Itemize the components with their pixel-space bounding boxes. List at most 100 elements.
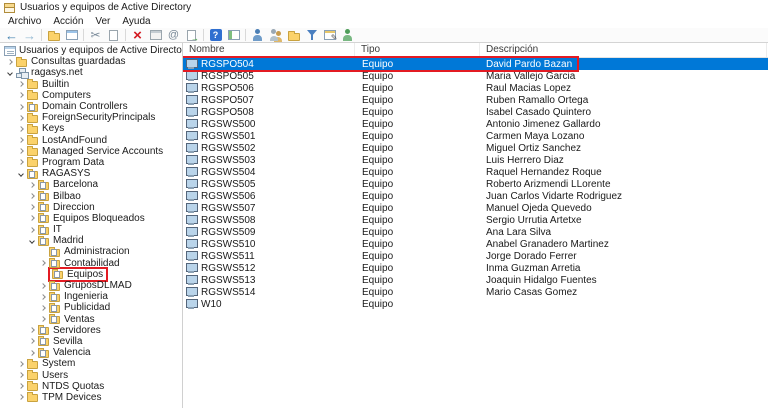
tree-item-servidores[interactable]: Servidores: [0, 325, 182, 336]
properties-page-button[interactable]: [105, 28, 122, 42]
chevron-right-icon[interactable]: [37, 291, 48, 302]
tree-item-ragasys[interactable]: RAGASYS: [0, 168, 182, 179]
delegate-control-button[interactable]: [339, 28, 356, 42]
tree-item-computers[interactable]: Computers: [0, 90, 182, 101]
up-one-level-button[interactable]: [45, 28, 62, 42]
table-row[interactable]: RGSPO505EquipoMaria Vallejo Garcia: [183, 70, 768, 82]
tree-item-foreignsecurityprincipals[interactable]: ForeignSecurityPrincipals: [0, 112, 182, 123]
chevron-right-icon[interactable]: [37, 280, 48, 291]
chevron-right-icon[interactable]: [26, 336, 37, 347]
tree-item-lostandfound[interactable]: LostAndFound: [0, 135, 182, 146]
chevron-right-icon[interactable]: [15, 79, 26, 90]
tree-item-direccion[interactable]: Direccion: [0, 202, 182, 213]
table-row[interactable]: RGSWS510EquipoAnabel Granadero Martinez: [183, 238, 768, 250]
column-header-tipo[interactable]: Tipo: [355, 43, 480, 57]
back-button[interactable]: ←: [3, 28, 20, 42]
table-row[interactable]: RGSWS514EquipoMario Casas Gomez: [183, 286, 768, 298]
tree-item-program-data[interactable]: Program Data: [0, 157, 182, 168]
chevron-right-icon[interactable]: [26, 347, 37, 358]
chevron-right-icon[interactable]: [15, 135, 26, 146]
table-row[interactable]: W10Equipo: [183, 298, 768, 310]
chevron-right-icon[interactable]: [37, 258, 48, 269]
chevron-right-icon[interactable]: [26, 191, 37, 202]
column-header-descripcio-n[interactable]: Descripción: [480, 43, 767, 57]
chevron-right-icon[interactable]: [15, 157, 26, 168]
filter-button[interactable]: [303, 28, 320, 42]
show-console-tree-button[interactable]: [63, 28, 80, 42]
tree-item-usuarios-y-equipos-de-active-directory-dc01rg[interactable]: Usuarios y equipos de Active Directory […: [0, 45, 182, 56]
tree-item-equipos-bloqueados[interactable]: Equipos Bloqueados: [0, 213, 182, 224]
tree-item-builtin[interactable]: Builtin: [0, 79, 182, 90]
table-row[interactable]: RGSPO504EquipoDavid Pardo Bazan: [183, 58, 768, 70]
tree-item-tpm-devices[interactable]: TPM Devices: [0, 392, 182, 403]
tree-item-domain-controllers[interactable]: Domain Controllers: [0, 101, 182, 112]
chevron-right-icon[interactable]: [26, 213, 37, 224]
edit-list-button[interactable]: [321, 28, 338, 42]
table-row[interactable]: RGSPO508EquipoIsabel Casado Quintero: [183, 106, 768, 118]
tree-item-ragasys-net[interactable]: ragasys.net: [0, 67, 182, 78]
tree-item-gruposdlmad[interactable]: GruposDLMAD: [0, 280, 182, 291]
table-row[interactable]: RGSWS504EquipoRaquel Hernandez Roque: [183, 166, 768, 178]
tree-item-publicidad[interactable]: Publicidad: [0, 302, 182, 313]
chevron-down-icon[interactable]: [26, 235, 37, 246]
tree-item-system[interactable]: System: [0, 358, 182, 369]
chevron-right-icon[interactable]: [37, 314, 48, 325]
menu-item-ayuda[interactable]: Ayuda: [116, 16, 156, 27]
properties-button[interactable]: [147, 28, 164, 42]
menu-item-accio-n[interactable]: Acción: [47, 16, 89, 27]
table-row[interactable]: RGSWS508EquipoSergio Urrutia Artetxe: [183, 214, 768, 226]
table-row[interactable]: RGSWS503EquipoLuis Herrero Diaz: [183, 154, 768, 166]
refresh-button[interactable]: @: [165, 28, 182, 42]
tree-item-consultas-guardadas[interactable]: Consultas guardadas: [0, 56, 182, 67]
forward-button[interactable]: →: [21, 28, 38, 42]
new-group-button[interactable]: [267, 28, 284, 42]
chevron-right-icon[interactable]: [26, 179, 37, 190]
chevron-right-icon[interactable]: [15, 101, 26, 112]
chevron-right-icon[interactable]: [15, 112, 26, 123]
chevron-right-icon[interactable]: [15, 358, 26, 369]
tree-item-ntds-quotas[interactable]: NTDS Quotas: [0, 381, 182, 392]
chevron-right-icon[interactable]: [4, 56, 15, 67]
tree-item-it[interactable]: IT: [0, 224, 182, 235]
menu-item-ver[interactable]: Ver: [89, 16, 116, 27]
table-row[interactable]: RGSWS505EquipoRoberto Arizmendi LLorente: [183, 178, 768, 190]
chevron-right-icon[interactable]: [26, 325, 37, 336]
table-row[interactable]: RGSWS502EquipoMiguel Ortiz Sanchez: [183, 142, 768, 154]
tree-item-barcelona[interactable]: Barcelona: [0, 179, 182, 190]
tree-item-administracion[interactable]: Administracion: [0, 246, 182, 257]
new-user-button[interactable]: [249, 28, 266, 42]
delete-button[interactable]: ×: [129, 28, 146, 42]
tree-item-madrid[interactable]: Madrid: [0, 235, 182, 246]
console-window-button[interactable]: [225, 28, 242, 42]
tree-item-sevilla[interactable]: Sevilla: [0, 336, 182, 347]
tree-item-managed-service-accounts[interactable]: Managed Service Accounts: [0, 146, 182, 157]
chevron-right-icon[interactable]: [15, 146, 26, 157]
cut-button[interactable]: ✂: [87, 28, 104, 42]
table-row[interactable]: RGSWS500EquipoAntonio Jimenez Gallardo: [183, 118, 768, 130]
export-list-button[interactable]: [183, 28, 200, 42]
chevron-right-icon[interactable]: [15, 370, 26, 381]
table-row[interactable]: RGSWS507EquipoManuel Ojeda Quevedo: [183, 202, 768, 214]
table-row[interactable]: RGSPO506EquipoRaul Macias Lopez: [183, 82, 768, 94]
table-row[interactable]: RGSPO507EquipoRuben Ramallo Ortega: [183, 94, 768, 106]
table-row[interactable]: RGSWS513EquipoJoaquin Hidalgo Fuentes: [183, 274, 768, 286]
tree-item-equipos[interactable]: Equipos: [0, 269, 182, 280]
tree-item-ingenieria[interactable]: Ingenieria: [0, 291, 182, 302]
chevron-down-icon[interactable]: [4, 67, 15, 78]
tree-item-users[interactable]: Users: [0, 369, 182, 380]
chevron-right-icon[interactable]: [15, 123, 26, 134]
chevron-right-icon[interactable]: [15, 392, 26, 403]
chevron-down-icon[interactable]: [15, 168, 26, 179]
table-row[interactable]: RGSWS512EquipoInma Guzman Arretia: [183, 262, 768, 274]
table-row[interactable]: RGSWS509EquipoAna Lara Silva: [183, 226, 768, 238]
chevron-right-icon[interactable]: [26, 202, 37, 213]
table-row[interactable]: RGSWS501EquipoCarmen Maya Lozano: [183, 130, 768, 142]
chevron-right-icon[interactable]: [37, 302, 48, 313]
menu-item-archivo[interactable]: Archivo: [2, 16, 47, 27]
chevron-right-icon[interactable]: [26, 224, 37, 235]
chevron-right-icon[interactable]: [15, 381, 26, 392]
table-row[interactable]: RGSWS506EquipoJuan Carlos Vidarte Rodrig…: [183, 190, 768, 202]
new-ou-button[interactable]: [285, 28, 302, 42]
help-button[interactable]: ?: [207, 28, 224, 42]
chevron-right-icon[interactable]: [15, 90, 26, 101]
